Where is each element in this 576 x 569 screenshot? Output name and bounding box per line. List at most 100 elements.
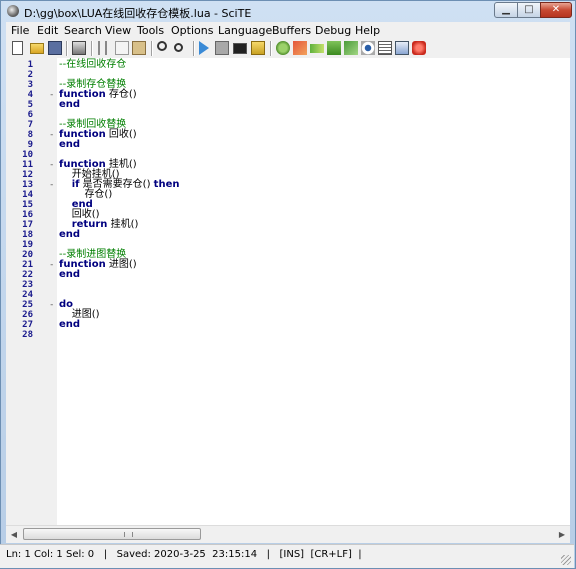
go-icon[interactable] [310,44,324,53]
code-line[interactable]: 22 end [6,270,566,281]
fold-marker-icon[interactable]: - [49,260,54,270]
save-icon[interactable] [48,41,62,55]
line-number: 24 [22,290,33,300]
menu-edit[interactable]: Edit [37,24,58,37]
toolbar-separator [151,41,153,56]
list-icon[interactable] [378,41,392,55]
line-number: 19 [22,240,33,250]
code-line[interactable]: 1 --在线回收存仓 [6,60,566,71]
toolbar [6,39,570,59]
menu-debug[interactable]: Debug [315,24,351,37]
line-number: 14 [22,190,33,200]
minimize-button[interactable]: ▁ [494,2,518,18]
fold-marker-icon[interactable]: - [49,160,54,170]
line-number: 2 [27,70,33,80]
export-icon[interactable] [395,41,409,55]
replace-icon[interactable] [174,43,183,52]
scroll-right-arrow[interactable]: ▶ [554,526,570,543]
code-line[interactable]: 24 [6,290,566,300]
window-title: D:\gg\box\LUA在线回收存仓模板.lua - SciTE [24,7,252,20]
keyword-token: end [59,139,81,150]
print-icon[interactable] [72,41,86,55]
code-text: end [59,270,80,280]
line-number: 7 [27,120,33,130]
code-line[interactable]: 5 end [6,100,566,111]
menu-view[interactable]: View [105,24,131,37]
code-line[interactable]: 9 end [6,140,566,151]
tools-icon[interactable] [293,41,307,55]
fold-marker-icon[interactable]: - [49,300,54,310]
menu-buffers[interactable]: Buffers [272,24,311,37]
keyword-token: end [59,319,81,330]
code-line[interactable]: 18 end [6,230,566,241]
close-red-icon[interactable] [412,41,426,55]
new-file-icon[interactable] [12,41,23,55]
line-number: 6 [27,110,33,120]
code-token: 存仓() [105,89,137,100]
scite-app-icon[interactable] [7,5,19,17]
eye-icon[interactable] [361,41,375,55]
code-text: end [59,320,80,330]
line-number: 10 [22,150,33,160]
close-button[interactable]: ✕ [540,2,572,18]
code-line[interactable]: 27 end [6,320,566,331]
line-number: 1 [27,60,33,70]
code-area[interactable]: 1 --在线回收存仓 2 3 --录制存仓替换 4- function 存仓() 5 end 6 7… [6,58,570,525]
find-icon[interactable] [157,41,167,51]
build-icon[interactable] [276,41,290,55]
line-number: 28 [22,330,33,340]
scroll-thumb[interactable] [23,528,201,540]
code-line[interactable]: 17 return 挂机() [6,219,566,231]
line-number: 3 [27,80,33,90]
menu-search[interactable]: Search [64,24,102,37]
menu-help[interactable]: Help [355,24,380,37]
keyword-token: then [153,179,180,190]
open-lua-icon[interactable] [251,41,265,55]
compile-icon[interactable] [199,41,209,55]
line-number: 23 [22,280,33,290]
line-number: 5 [27,100,33,110]
code-line[interactable]: 28 [6,330,566,340]
fold-marker-icon[interactable]: - [49,90,54,100]
line-number: 12 [22,170,33,180]
code-line[interactable]: 26 进图() [6,310,566,321]
stop-icon[interactable] [215,41,229,55]
options-icon[interactable] [344,41,358,55]
fold-marker-icon[interactable]: - [49,130,54,140]
title-bar[interactable]: D:\gg\box\LUA在线回收存仓模板.lua - SciTE ▁ □ ✕ [1,1,575,23]
line-number: 22 [22,270,33,280]
menu-tools[interactable]: Tools [137,24,164,37]
toolbar-separator [66,41,68,56]
code-token: 回收() [105,129,137,140]
line-number: 9 [27,140,33,150]
menu-options[interactable]: Options [171,24,213,37]
scroll-left-arrow[interactable]: ◀ [6,526,22,543]
code-token: 挂机() [107,219,139,230]
open-folder-icon[interactable] [30,43,44,54]
code-line[interactable]: 8- function 回收() [6,129,566,141]
console-icon[interactable] [233,43,247,54]
maximize-button[interactable]: □ [517,2,541,18]
resize-grip-icon[interactable] [561,555,571,565]
code-text: end [59,140,80,150]
line-number: 16 [22,210,33,220]
copy-icon[interactable] [115,41,129,55]
code-text: end [59,230,80,240]
cut-icon[interactable] [98,41,107,55]
toolbar-separator [270,41,272,56]
fold-marker-icon[interactable]: - [49,180,54,190]
line-number: 11 [22,160,33,170]
editor-pane[interactable]: 1 --在线回收存仓 2 3 --录制存仓替换 4- function 存仓() 5 end 6 7… [6,58,570,525]
keyword-token: end [59,269,81,280]
horizontal-scrollbar[interactable]: ◀ ▶ [6,525,570,543]
code-line[interactable]: 4- function 存仓() [6,89,566,101]
status-text: Ln: 1 Col: 1 Sel: 0 | Saved: 2020-3-25 2… [6,549,362,560]
menu-language[interactable]: Language [218,24,272,37]
line-number: 26 [22,310,33,320]
menu-file[interactable]: File [11,24,29,37]
bookmark-icon[interactable] [327,41,341,55]
code-line[interactable]: 23 [6,280,566,290]
paste-icon[interactable] [132,41,146,55]
code-line[interactable]: 21- function 进图() [6,260,566,271]
line-number: 4 [27,90,33,100]
